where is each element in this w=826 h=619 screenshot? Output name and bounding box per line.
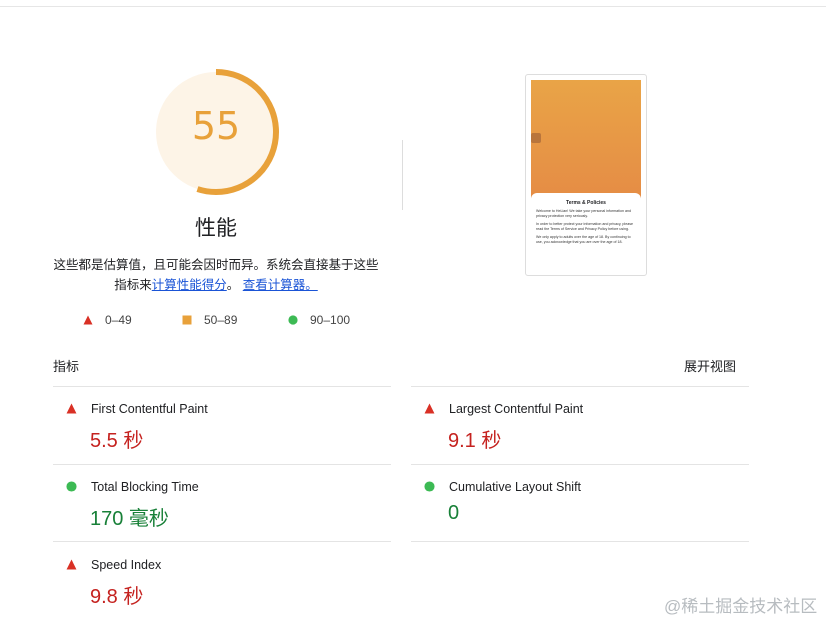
terms-title: Terms & Policies <box>566 200 606 206</box>
metric-cls-value: 0 <box>448 502 460 524</box>
orange-square-icon <box>182 315 192 325</box>
performance-score: 55 <box>191 104 241 148</box>
score-description: 这些都是估算值，且可能会因时而异。系统会直接基于这些指标来计算性能得分。 查看计… <box>50 255 382 295</box>
metric-lcp-value: 9.1 秒 <box>448 430 502 452</box>
top-divider <box>0 6 826 7</box>
page-screenshot-thumbnail[interactable]: Terms & Policies Welcome to HeLian! We t… <box>525 74 647 276</box>
terms-paragraph-1: Welcome to HeLian! We take your personal… <box>536 209 631 218</box>
view-calculator-link[interactable]: 查看计算器。 <box>243 278 318 292</box>
metric-divider <box>53 541 391 542</box>
metric-divider <box>411 541 749 542</box>
description-sep: 。 <box>226 278 240 292</box>
legend-average: 50–89 <box>182 313 237 327</box>
metrics-title: 指标 <box>53 359 80 374</box>
metric-divider <box>53 464 391 465</box>
metric-fcp-name: First Contentful Paint <box>91 402 208 416</box>
calc-score-link[interactable]: 计算性能得分 <box>152 278 227 292</box>
metric-lcp-name: Largest Contentful Paint <box>449 402 584 416</box>
green-circle-icon <box>424 481 435 492</box>
legend-fail-label: 0–49 <box>105 313 132 327</box>
expand-view-button[interactable]: 展开视图 <box>670 356 736 375</box>
red-triangle-icon <box>66 559 77 570</box>
metric-fcp-value: 5.5 秒 <box>90 430 144 452</box>
terms-sheet: Terms & Policies Welcome to HeLian! We t… <box>531 193 641 271</box>
metric-si-name: Speed Index <box>91 558 162 572</box>
legend-average-label: 50–89 <box>204 313 238 327</box>
metric-divider <box>411 386 749 387</box>
green-circle-icon <box>66 481 77 492</box>
terms-paragraph-2: In order to better protect your informat… <box>536 222 634 231</box>
metric-tbt-value: 170 毫秒 <box>90 508 169 530</box>
red-triangle-icon <box>66 403 77 414</box>
metric-cls-name: Cumulative Layout Shift <box>449 480 582 494</box>
red-triangle-icon <box>83 315 93 325</box>
legend-pass-label: 90–100 <box>310 313 351 327</box>
settings-icon <box>531 133 541 143</box>
metric-tbt-name: Total Blocking Time <box>91 480 199 494</box>
metric-divider <box>53 386 391 387</box>
screenshot-gradient <box>531 80 641 200</box>
metric-si-value: 9.8 秒 <box>90 586 144 608</box>
legend-pass: 90–100 <box>288 313 350 327</box>
green-circle-icon <box>288 315 298 325</box>
performance-title: 性能 <box>195 217 237 240</box>
terms-paragraph-3: We only apply to adults over the age of … <box>536 235 631 244</box>
watermark: @稀土掘金技术社区 <box>664 597 818 616</box>
legend-fail: 0–49 <box>83 313 132 327</box>
vertical-divider <box>402 140 403 210</box>
red-triangle-icon <box>424 403 435 414</box>
metric-divider <box>411 464 749 465</box>
